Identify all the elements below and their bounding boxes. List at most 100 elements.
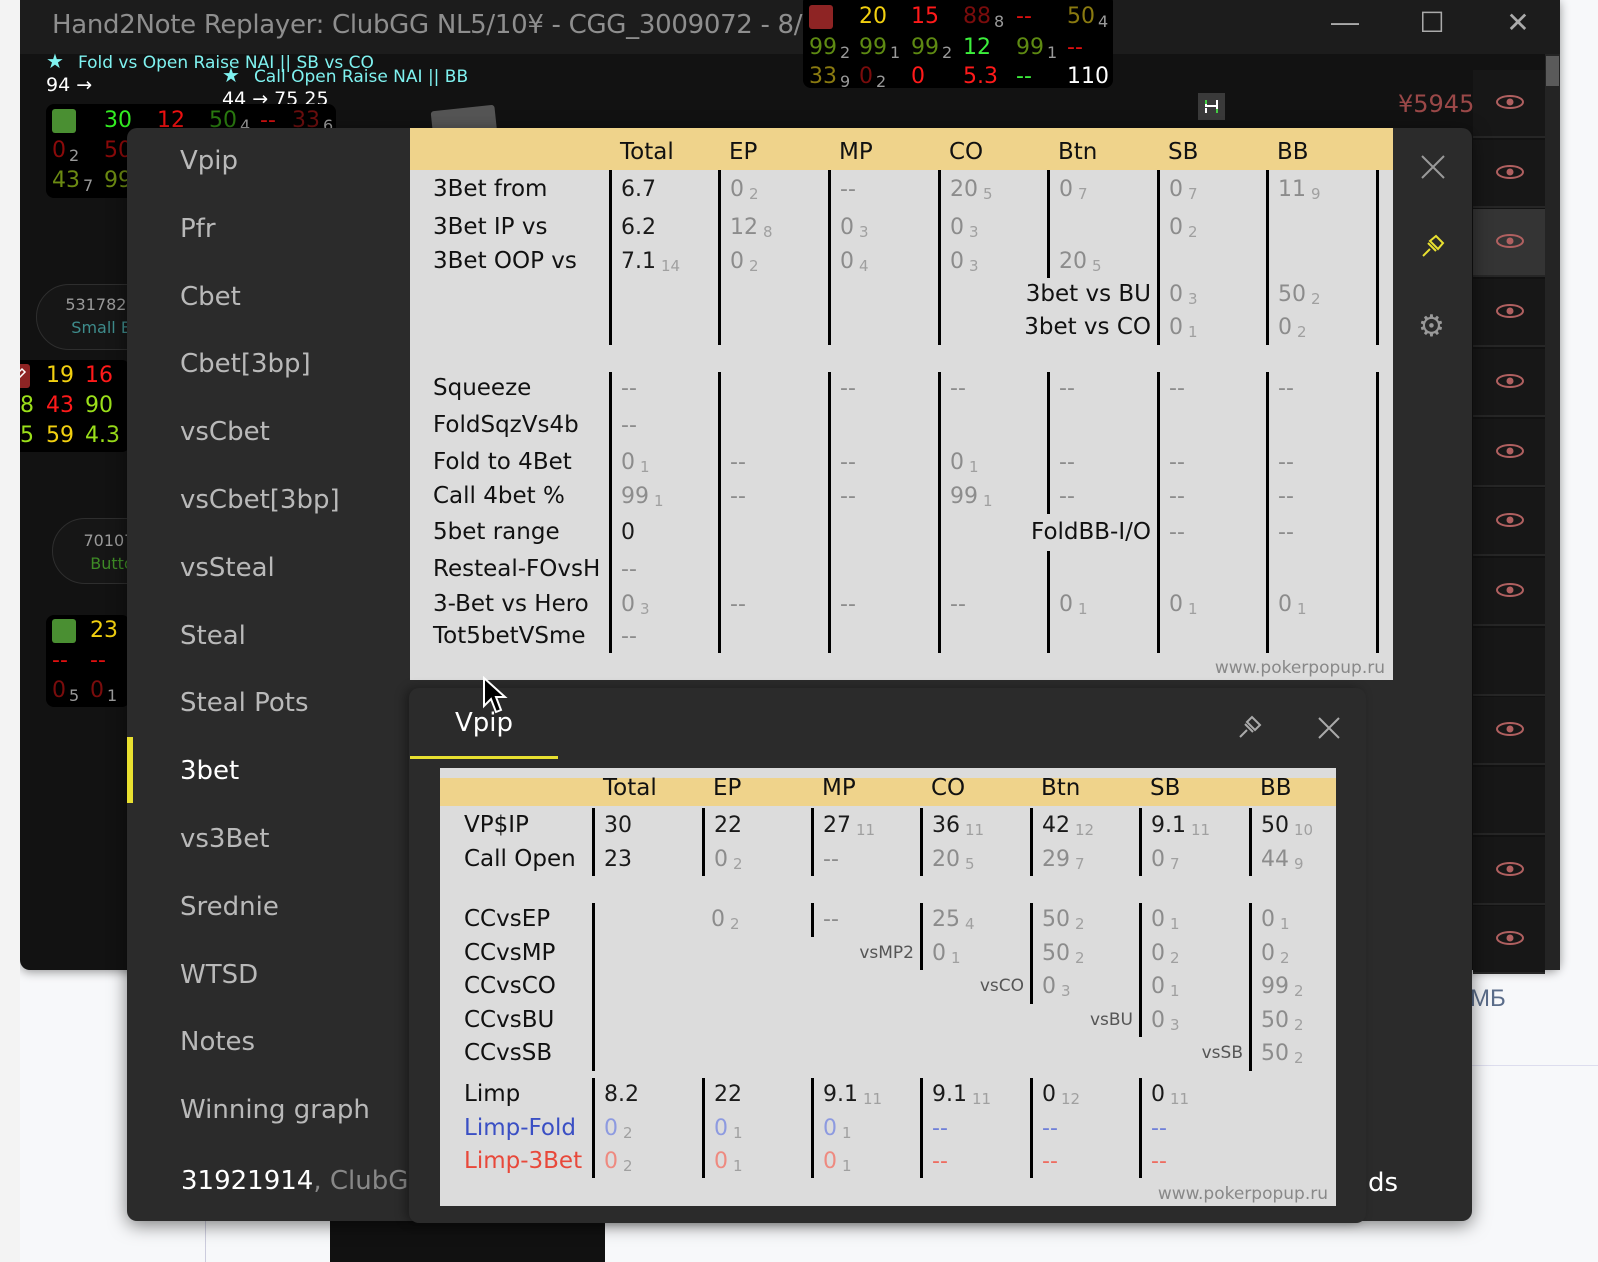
- hud-panel[interactable]: 23 -- -- 0 5 0 1: [46, 615, 130, 707]
- stat-value[interactable]: 07: [1151, 847, 1180, 873]
- player-list-row[interactable]: [1473, 697, 1545, 766]
- stat-value[interactable]: --: [1278, 484, 1294, 509]
- column-header-bb[interactable]: BB: [1260, 775, 1292, 801]
- sidebar-item-vssteal[interactable]: vsSteal: [180, 553, 275, 583]
- stat-value[interactable]: 07: [1059, 177, 1088, 203]
- sidebar-item-winning-graph[interactable]: Winning graph: [180, 1095, 370, 1125]
- stat-value[interactable]: --: [621, 624, 637, 649]
- stat-value[interactable]: --: [730, 484, 746, 509]
- eye-icon[interactable]: [1495, 164, 1525, 185]
- stat-value[interactable]: 02: [730, 249, 759, 275]
- stat-value[interactable]: 12 8: [730, 215, 773, 241]
- sidebar-item-vs3bet[interactable]: vs3Bet: [180, 824, 270, 854]
- stat-value[interactable]: 6.7: [621, 177, 656, 202]
- hud-stat[interactable]: 88 8: [963, 4, 1004, 31]
- column-header-btn[interactable]: Btn: [1041, 775, 1080, 801]
- stat-value[interactable]: 01: [1059, 592, 1088, 618]
- eye-icon[interactable]: [1495, 512, 1525, 533]
- stat-value[interactable]: 03: [840, 215, 869, 241]
- stat-value[interactable]: 01: [1278, 592, 1307, 618]
- stat-value[interactable]: --: [932, 1149, 948, 1174]
- hud-stat[interactable]: 99 1: [859, 35, 900, 62]
- sidebar-item-srednie[interactable]: Srednie: [180, 892, 279, 922]
- eye-icon[interactable]: [1495, 443, 1525, 464]
- pin-icon[interactable]: [1419, 232, 1447, 265]
- stat-value[interactable]: 20 5: [932, 847, 975, 873]
- stat-value[interactable]: 01: [932, 941, 961, 967]
- column-header-ep[interactable]: EP: [729, 139, 757, 165]
- stat-value[interactable]: 99 1: [621, 484, 664, 510]
- column-header-btn[interactable]: Btn: [1058, 139, 1097, 165]
- eye-icon[interactable]: [1495, 582, 1525, 603]
- hud-panel[interactable]: 20 15 88 8 -- 50 4 99 2 99 1 99 2 12 99 1 -- 33 9 0 2 0 5.3 -- 1…: [803, 0, 1113, 91]
- hud-stat[interactable]: 19: [46, 363, 74, 389]
- sidebar-item-vscbet-3bp-[interactable]: vsCbet[3bp]: [180, 485, 340, 515]
- stat-value[interactable]: 8.2: [604, 1082, 639, 1107]
- hud-stat[interactable]: 02: [52, 138, 79, 165]
- stat-value[interactable]: --: [1278, 520, 1294, 545]
- hud-stat[interactable]: --: [1016, 64, 1032, 90]
- stat-value[interactable]: --: [1042, 1116, 1058, 1141]
- stat-value[interactable]: 02: [1169, 215, 1198, 241]
- stat-value[interactable]: 01: [823, 1116, 852, 1142]
- hud-stat[interactable]: 02: [859, 64, 886, 91]
- stat-value[interactable]: 02: [711, 907, 740, 933]
- hud-stat[interactable]: 12: [963, 35, 991, 61]
- stat-value[interactable]: 01: [1169, 592, 1198, 618]
- stat-value[interactable]: 20 5: [1059, 249, 1102, 275]
- stat-value[interactable]: --: [1278, 450, 1294, 475]
- close-button[interactable]: ✕: [1493, 6, 1543, 39]
- stat-value[interactable]: --: [1151, 1149, 1167, 1174]
- stat-value[interactable]: 50 2: [1261, 1041, 1304, 1067]
- stat-value[interactable]: 04: [840, 249, 869, 275]
- player-list-row[interactable]: [1473, 557, 1545, 626]
- hud-stat[interactable]: --: [52, 648, 68, 674]
- stat-value[interactable]: 9.1 11: [823, 1082, 882, 1108]
- player-list-row[interactable]: [1473, 627, 1545, 696]
- hud-stat[interactable]: 50 4: [1067, 4, 1108, 31]
- column-header-sb[interactable]: SB: [1150, 775, 1180, 801]
- column-header-co[interactable]: CO: [931, 775, 965, 801]
- stat-value[interactable]: --: [823, 907, 839, 932]
- stat-value[interactable]: 6.2: [621, 215, 656, 240]
- stat-value[interactable]: 01: [714, 1149, 743, 1175]
- player-list-row[interactable]: [1473, 70, 1545, 138]
- stat-value[interactable]: 9.1 11: [932, 1082, 991, 1108]
- stat-value[interactable]: --: [823, 847, 839, 872]
- gear-icon[interactable]: ⚙: [1418, 309, 1445, 344]
- column-header-mp[interactable]: MP: [839, 139, 873, 165]
- hud-stat[interactable]: 33 9: [809, 64, 850, 91]
- sidebar-item-wtsd[interactable]: WTSD: [180, 960, 258, 990]
- player-list-row[interactable]: [1473, 906, 1545, 975]
- stat-value[interactable]: 0: [621, 520, 635, 545]
- stat-value[interactable]: --: [840, 484, 856, 509]
- player-list-row[interactable]: [1473, 418, 1545, 487]
- stat-value[interactable]: 01: [1151, 907, 1180, 933]
- stat-value[interactable]: --: [1059, 484, 1075, 509]
- hud-stat[interactable]: 01: [90, 678, 117, 705]
- stat-value[interactable]: --: [840, 177, 856, 202]
- stat-value[interactable]: 01: [621, 450, 650, 476]
- sidebar-item-vpip[interactable]: Vpip: [180, 146, 238, 176]
- stat-value[interactable]: --: [840, 592, 856, 617]
- player-list-row[interactable]: [1473, 836, 1545, 905]
- hud-stat[interactable]: 05: [52, 678, 79, 705]
- pin-icon[interactable]: [1237, 714, 1263, 745]
- stat-value[interactable]: 99 1: [950, 484, 993, 510]
- stat-value[interactable]: 02: [730, 177, 759, 203]
- stat-value[interactable]: 02: [1261, 941, 1290, 967]
- stat-value[interactable]: 02: [1151, 941, 1180, 967]
- column-header-co[interactable]: CO: [949, 139, 983, 165]
- hud-stat[interactable]: 90: [85, 393, 113, 419]
- hud-stat[interactable]: 99 2: [911, 35, 952, 62]
- stat-value[interactable]: 50 2: [1042, 941, 1085, 967]
- column-header-ep[interactable]: EP: [713, 775, 741, 801]
- hud-stat[interactable]: --: [1067, 35, 1083, 61]
- stat-value[interactable]: 44 9: [1261, 847, 1304, 873]
- stat-value[interactable]: 0 11: [1151, 1082, 1189, 1108]
- stat-value[interactable]: 02: [714, 847, 743, 873]
- hud-stat[interactable]: 5.3: [963, 64, 998, 90]
- stat-value[interactable]: --: [730, 592, 746, 617]
- stat-value[interactable]: 02: [604, 1116, 633, 1142]
- hud-stat[interactable]: 59: [46, 423, 74, 449]
